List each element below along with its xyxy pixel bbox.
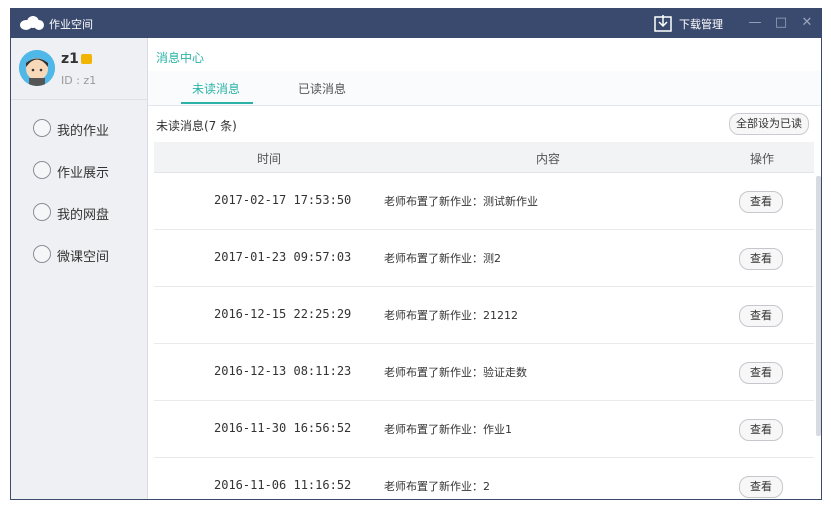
cloud-icon [33, 203, 51, 221]
app-title: 作业空间 [49, 18, 93, 31]
view-button[interactable]: 查看 [739, 305, 783, 327]
table-row: 2016-11-30 16:56:52 老师布置了新作业：作业1 查看 [154, 401, 814, 458]
table-row: 2017-01-23 09:57:03 老师布置了新作业：测2 查看 [154, 230, 814, 287]
trophy-icon [33, 161, 51, 179]
view-button[interactable]: 查看 [739, 248, 783, 270]
cloud-logo-icon [20, 16, 44, 30]
close-button[interactable]: ✕ [798, 14, 816, 32]
play-icon [33, 245, 51, 263]
username: z1 [61, 51, 79, 67]
sidebar-item-homework-showcase[interactable]: 作业展示 [33, 160, 143, 182]
message-content: 老师布置了新作业：2 [384, 480, 490, 493]
vertical-scrollbar[interactable] [816, 176, 821, 436]
table-row: 2016-12-13 08:11:23 老师布置了新作业：验证走数 查看 [154, 344, 814, 401]
maximize-button[interactable]: □ [772, 14, 790, 32]
minimize-button[interactable]: — [746, 14, 764, 32]
sidebar-item-micro-course[interactable]: 微课空间 [33, 244, 143, 266]
table-row: 2016-11-06 11:16:52 老师布置了新作业：2 查看 [154, 458, 814, 499]
table-row: 2017-02-17 17:53:50 老师布置了新作业：测试新作业 查看 [154, 173, 814, 230]
sidebar-item-my-homework[interactable]: 我的作业 [33, 118, 143, 140]
view-button[interactable]: 查看 [739, 476, 783, 498]
view-button[interactable]: 查看 [739, 419, 783, 441]
sidebar-item-label: 我的作业 [57, 124, 110, 139]
column-header-time: 时间 [257, 152, 282, 166]
user-profile: z1 ID : z1 [11, 38, 147, 100]
avatar[interactable] [19, 50, 55, 86]
message-content: 老师布置了新作业：测2 [384, 252, 501, 265]
user-id: ID : z1 [61, 74, 97, 87]
sidebar-item-label: 我的网盘 [57, 208, 110, 223]
mark-all-read-button[interactable]: 全部设为已读 [729, 113, 809, 135]
message-content: 老师布置了新作业：测试新作业 [384, 195, 538, 208]
main-content: 消息中心 未读消息 已读消息 未读消息(7 条) 全部设为已读 时间 内容 操作… [148, 38, 821, 499]
unread-count: 未读消息(7 条) [156, 119, 237, 133]
table-row: 2016-12-15 22:25:29 老师布置了新作业：21212 查看 [154, 287, 814, 344]
column-header-action: 操作 [750, 152, 775, 166]
sidebar: z1 ID : z1 我的作业 作业展示 我的网盘 微课空间 [11, 38, 148, 499]
page-title: 消息中心 [156, 51, 205, 65]
tab-unread[interactable]: 未读消息 [192, 80, 240, 97]
message-time: 2016-12-13 08:11:23 [214, 364, 352, 378]
message-badge-icon[interactable] [81, 54, 92, 64]
message-content: 老师布置了新作业：21212 [384, 309, 518, 322]
message-time: 2016-11-06 11:16:52 [214, 478, 352, 492]
message-time: 2017-02-17 17:53:50 [214, 193, 352, 207]
sidebar-item-my-drive[interactable]: 我的网盘 [33, 202, 143, 224]
title-bar: 作业空间 下载管理 — □ ✕ [11, 9, 821, 38]
sidebar-item-label: 微课空间 [57, 250, 110, 265]
active-tab-indicator [181, 102, 253, 104]
book-icon [33, 119, 51, 137]
message-content: 老师布置了新作业：作业1 [384, 423, 512, 436]
app-window: 作业空间 下载管理 — □ ✕ z1 ID : z1 我的作业 作业展示 我的网… [10, 8, 822, 500]
message-time: 2016-12-15 22:25:29 [214, 307, 352, 321]
message-content: 老师布置了新作业：验证走数 [384, 366, 527, 379]
message-time: 2017-01-23 09:57:03 [214, 250, 352, 264]
download-icon[interactable] [654, 14, 672, 32]
tab-read[interactable]: 已读消息 [298, 80, 346, 97]
message-time: 2016-11-30 16:56:52 [214, 421, 352, 435]
tab-bar: 未读消息 已读消息 [148, 71, 821, 106]
view-button[interactable]: 查看 [739, 362, 783, 384]
download-manager-button[interactable]: 下载管理 [679, 16, 723, 32]
table-header: 时间 内容 操作 [154, 142, 814, 173]
view-button[interactable]: 查看 [739, 191, 783, 213]
sidebar-item-label: 作业展示 [57, 166, 110, 181]
column-header-content: 内容 [536, 152, 561, 166]
